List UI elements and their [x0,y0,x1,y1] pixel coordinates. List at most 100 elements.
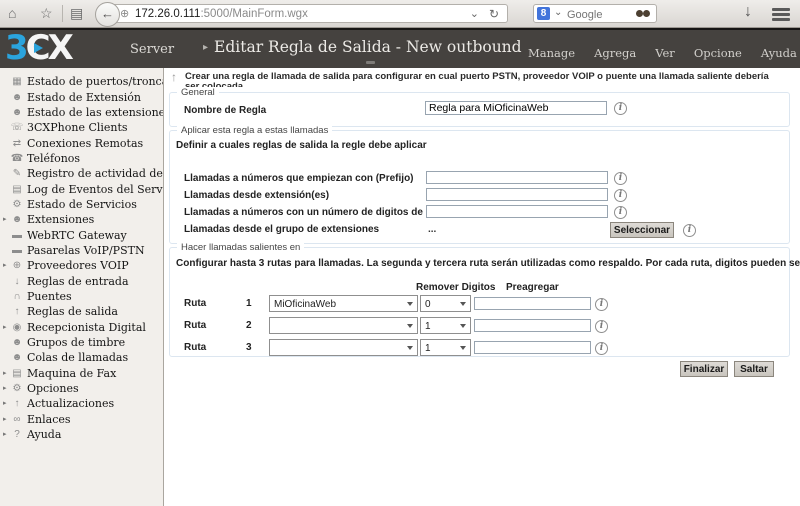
info-icon[interactable]: i [595,342,608,355]
sidebar-item-webrtc-gateway[interactable]: ▬WebRTC Gateway [0,227,163,242]
sidebar-item-services-status[interactable]: ⚙Estado de Servicios [0,197,163,212]
rule-name-input[interactable] [425,101,607,115]
sidebar-item-phones[interactable]: ☎Teléfonos [0,151,163,166]
download-icon[interactable]: ↓ [744,3,752,21]
expand-arrow-icon[interactable]: ▸ [3,431,10,438]
info-icon[interactable]: i [614,172,627,185]
info-icon[interactable]: i [614,206,627,219]
menu-item-ver[interactable]: Ver [655,46,675,60]
sidebar-item-fax-machine[interactable]: ▸▤Maquina de Fax [0,366,163,381]
sidebar-item-outbound-rules[interactable]: ↑Reglas de salida [0,304,163,319]
sidebar-item-digital-receptionist[interactable]: ▸◉Recepcionista Digital [0,320,163,335]
menu-item-opciones[interactable]: Opcione [694,46,742,60]
remove-digits-select[interactable]: 1 [420,317,471,334]
header-menu: Manage Agrega Ver Opcione Ayuda [528,46,797,60]
sidebar-item-label: Recepcionista Digital [24,321,146,334]
menu-item-manage[interactable]: Manage [528,46,575,60]
binoculars-search-icon[interactable] [636,10,650,18]
reload-icon[interactable]: ↻ [489,7,499,21]
sidebar-item-extensions[interactable]: ▸☻Extensiones [0,212,163,227]
link-icon: ∞ [10,414,24,425]
network-icon: ⇄ [10,138,24,149]
search-engine-chevron-icon[interactable]: ⌄ [554,7,562,18]
outbound-rule-icon: ↑ [171,70,177,84]
info-icon[interactable]: i [595,320,608,333]
menu-item-ayuda[interactable]: Ayuda [761,46,797,60]
sidebar-item-help[interactable]: ▸?Ayuda [0,427,163,442]
sidebar-item-voip-providers[interactable]: ▸⊕Proveedores VOIP [0,258,163,273]
logo-3: 3 [5,28,26,68]
sidebar-item-call-queues[interactable]: ☻Colas de llamadas [0,350,163,365]
skip-button[interactable]: Saltar [734,361,774,377]
person-icon: ☻ [10,92,24,103]
prepend-input[interactable] [474,319,591,332]
apply-row-input[interactable] [426,188,608,201]
sidebar-item-3cxphone-clients[interactable]: ☏3CXPhone Clients [0,120,163,135]
route-select[interactable] [269,339,418,356]
sidebar-item-extension-status[interactable]: ☻Estado de Extensión [0,89,163,104]
search-input[interactable] [565,6,633,23]
expand-arrow-icon[interactable]: ▸ [3,416,10,423]
route-label: Ruta [184,320,206,331]
expand-arrow-icon[interactable]: ▸ [3,262,10,269]
expand-arrow-icon[interactable]: ▸ [3,216,10,223]
title-arrow-icon: ▸ [203,42,208,53]
expand-arrow-icon[interactable]: ▸ [3,370,10,377]
finish-button[interactable]: Finalizar [680,361,728,377]
sidebar-item-links[interactable]: ▸∞Enlaces [0,412,163,427]
select-extensions-button[interactable]: Seleccionar [610,222,674,238]
sidebar-item-voip-pstn-gateways[interactable]: ▬Pasarelas VoIP/PSTN [0,243,163,258]
apply-row-input[interactable] [426,171,608,184]
expand-arrow-icon[interactable]: ▸ [3,385,10,392]
menu-item-agregar[interactable]: Agrega [594,46,636,60]
info-icon[interactable]: i [614,102,627,115]
browser-search-box[interactable]: 8 ⌄ [533,4,657,23]
reading-list-icon[interactable]: ▤ [70,6,83,21]
sidebar-nav: ▦Estado de puertos/troncales☻Estado de E… [0,68,164,506]
sidebar-item-port-trunk-status[interactable]: ▦Estado de puertos/troncales [0,74,163,89]
expand-arrow-icon[interactable]: ▸ [3,400,10,407]
sidebar-item-ring-groups[interactable]: ☻Grupos de timbre [0,335,163,350]
expand-arrow-icon[interactable]: ▸ [3,324,10,331]
url-bar[interactable]: ⊕ 172.26.0.111:5000/MainForm.wgx ⌄ ↻ [109,4,508,23]
sidebar-item-inbound-rules[interactable]: ↓Reglas de entrada [0,273,163,288]
home-icon[interactable]: ⌂ [8,6,16,21]
browser-toolbar: ⌂ ☆ ▤ ← ⊕ 172.26.0.111:5000/MainForm.wgx… [0,0,800,28]
people-icon: ☻ [10,337,24,348]
bookmark-star-icon[interactable]: ☆ [40,6,53,21]
apply-row-label: Llamadas a números con un número de digi… [184,207,423,218]
apply-rows: Llamadas a números que empiezan con (Pre… [170,131,789,243]
sidebar-item-remote-connections[interactable]: ⇄Conexiones Remotas [0,135,163,150]
search-engine-icon[interactable]: 8 [537,7,550,20]
route-select[interactable] [269,317,418,334]
sidebar-item-remote-extensions-status[interactable]: ☻Estado de las extensiones del [0,105,163,120]
sidebar-item-label: Log de Eventos del Servidor [24,183,163,196]
back-button[interactable]: ← [95,2,120,27]
menu-icon[interactable] [772,8,790,23]
sidebar-item-label: Reglas de salida [24,305,118,318]
sidebar-item-label: Estado de Servicios [24,198,137,211]
apply-row-input[interactable] [426,205,608,218]
info-icon[interactable]: i [614,189,627,202]
header-collapse-handle[interactable] [366,61,375,64]
route-rows: Ruta1MiOficinaWeb0iRuta21iRuta31i [170,248,789,356]
server-menu[interactable]: Server [130,42,174,57]
prepend-input[interactable] [474,341,591,354]
remove-digits-select[interactable]: 0 [420,295,471,312]
sidebar-item-server-event-log[interactable]: ▤Log de Eventos del Servidor [0,181,163,196]
route-number: 1 [246,298,252,309]
dropdown-arrow-icon [460,302,466,306]
sidebar-item-settings[interactable]: ▸⚙Opciones [0,381,163,396]
info-icon[interactable]: i [683,224,696,237]
sidebar-item-bridges[interactable]: ∩Puentes [0,289,163,304]
sidebar-item-server-activity-log[interactable]: ✎Registro de actividad del servidor [0,166,163,181]
route-row: Ruta21i [170,317,789,335]
remove-digits-select[interactable]: 1 [420,339,471,356]
route-select[interactable]: MiOficinaWeb [269,295,418,312]
fax-icon: ▤ [10,368,24,379]
prepend-input[interactable] [474,297,591,310]
url-dropdown-chevron-icon[interactable]: ⌄ [470,7,479,20]
info-icon[interactable]: i [595,298,608,311]
sidebar-item-updates[interactable]: ▸↑Actualizaciones [0,396,163,411]
sidebar-item-label: Estado de puertos/troncales [24,75,163,88]
